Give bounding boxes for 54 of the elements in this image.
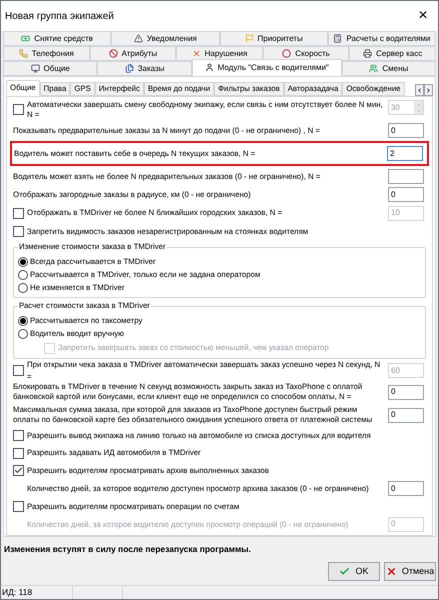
phone-icon: [18, 49, 28, 58]
checkbox[interactable]: [13, 448, 24, 459]
close-button[interactable]: ×: [408, 1, 438, 31]
tab[interactable]: Модуль "Связь с водителями": [192, 59, 342, 76]
scroll-right-button[interactable]: [424, 84, 433, 96]
input-field[interactable]: 0: [388, 384, 424, 400]
cross-icon: [386, 566, 397, 577]
flag-icon: [244, 34, 254, 43]
tab[interactable]: Смены: [342, 61, 436, 76]
check-icon: [14, 466, 23, 476]
chevron-left-icon: [416, 86, 423, 94]
scroll-left-button[interactable]: [415, 84, 424, 96]
radio-button[interactable]: [18, 283, 28, 294]
tab[interactable]: Общие: [3, 61, 98, 76]
calculator-icon: [333, 34, 342, 43]
input-field[interactable]: 2: [387, 146, 423, 161]
circle-icon: [282, 49, 292, 58]
radio-button[interactable]: [18, 316, 28, 326]
warning-icon: [134, 34, 143, 43]
ok-button[interactable]: OK: [328, 562, 380, 581]
tab[interactable]: Снятие средств: [3, 31, 112, 46]
tab[interactable]: Заказы: [97, 61, 192, 76]
input-field[interactable]: 0: [388, 481, 424, 496]
tab[interactable]: Расчеты с водителями: [328, 31, 436, 46]
input-field[interactable]: 0: [388, 187, 424, 202]
input-field[interactable]: 0: [388, 123, 424, 138]
window-title: Новая группа экипажей: [5, 10, 114, 24]
radio-button[interactable]: [18, 257, 28, 268]
restart-note: Изменения вступят в силу после перезапуска программы.: [4, 543, 251, 556]
status-id: ИД: 118: [1, 586, 73, 599]
tab[interactable]: Телефония: [3, 46, 90, 61]
cancel-button[interactable]: Отмена: [384, 562, 436, 581]
input-field[interactable]: 0: [388, 408, 424, 423]
tab[interactable]: Уведомления: [111, 31, 220, 46]
radio-button[interactable]: [18, 329, 28, 340]
tab[interactable]: Сервер касс: [349, 46, 436, 61]
checkbox[interactable]: [13, 465, 24, 476]
radio-button[interactable]: [18, 270, 28, 280]
documents-icon: [124, 64, 134, 73]
ban-icon: [108, 49, 118, 58]
people-icon: [369, 64, 378, 73]
monitor-icon: [30, 64, 40, 73]
chevron-right-icon: [425, 86, 432, 94]
check-icon: [339, 566, 350, 577]
tab[interactable]: Приоритеты: [220, 31, 328, 46]
banknote-icon: [21, 34, 30, 43]
checkbox[interactable]: [13, 501, 24, 512]
person-icon: [204, 63, 214, 72]
checkbox[interactable]: [13, 430, 24, 442]
input-field[interactable]: [388, 169, 424, 184]
tab[interactable]: Атрибуты: [90, 46, 176, 61]
cross-icon: [192, 49, 201, 58]
checkbox[interactable]: [13, 226, 24, 238]
printer-icon: [363, 49, 372, 58]
